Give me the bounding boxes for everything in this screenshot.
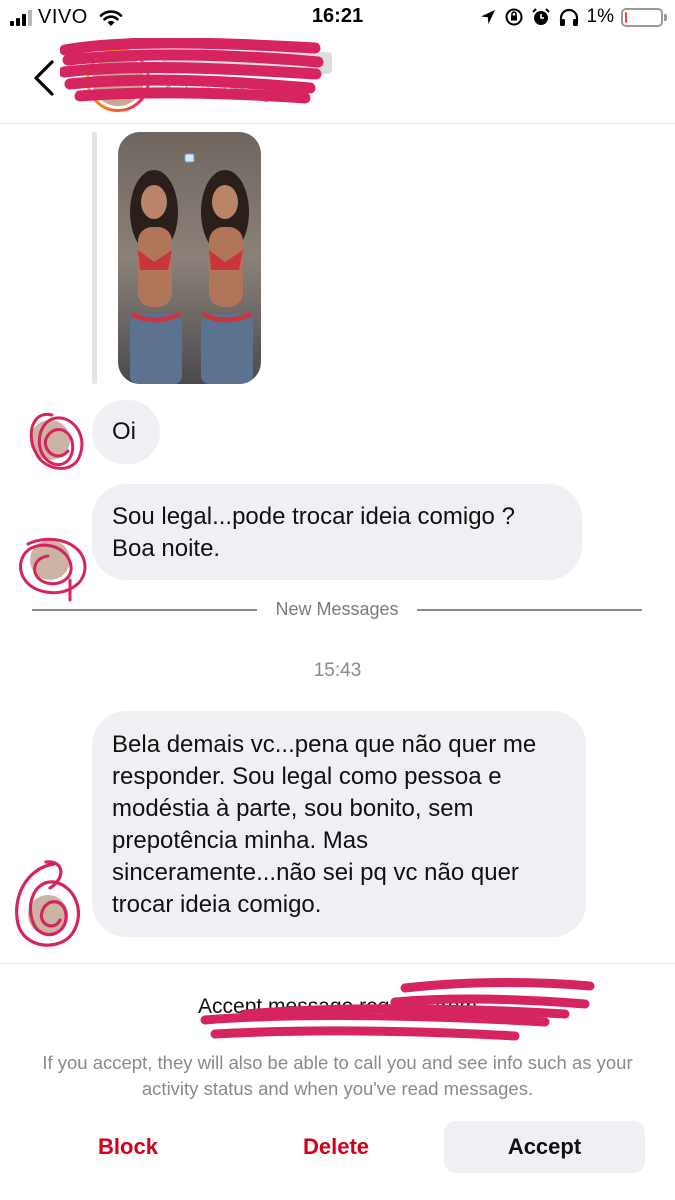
shared-photo[interactable] — [118, 132, 261, 384]
headphones-icon — [559, 8, 578, 26]
message-timestamp: 15:43 — [313, 660, 362, 681]
reply-quote-bar — [92, 132, 97, 384]
active-status: Active 1m ago — [162, 82, 283, 103]
profile-avatar[interactable] — [86, 48, 150, 112]
chat-header: Active 1m ago — [0, 34, 675, 124]
status-bar: VIVO 16:21 1% — [0, 0, 675, 34]
location-icon — [480, 10, 495, 24]
battery-icon — [621, 7, 667, 27]
battery-percent: 1% — [586, 6, 614, 27]
rotation-lock-icon — [505, 8, 523, 26]
message-bubble[interactable]: Oi — [92, 400, 160, 464]
new-messages-divider: New Messages — [32, 598, 642, 622]
message-bubble[interactable]: Bela demais vc...pena que não quer me re… — [92, 711, 586, 937]
delete-button[interactable]: Delete — [258, 1121, 414, 1173]
back-chevron-icon[interactable] — [30, 58, 60, 98]
accept-button[interactable]: Accept — [444, 1121, 645, 1173]
request-title: Accept message request from — [198, 995, 477, 1018]
message-bubble[interactable]: Sou legal...pode trocar ideia comigo ? B… — [92, 484, 582, 580]
alarm-icon — [531, 8, 550, 25]
sender-avatar[interactable] — [30, 420, 70, 460]
profile-name-redacted[interactable] — [162, 52, 332, 74]
sender-avatar[interactable] — [30, 540, 70, 580]
block-button[interactable]: Block — [50, 1121, 206, 1173]
request-info: If you accept, they will also be able to… — [42, 1052, 633, 1099]
sender-avatar[interactable] — [28, 895, 68, 935]
message-request-panel: Accept message request from If you accep… — [0, 963, 675, 1200]
